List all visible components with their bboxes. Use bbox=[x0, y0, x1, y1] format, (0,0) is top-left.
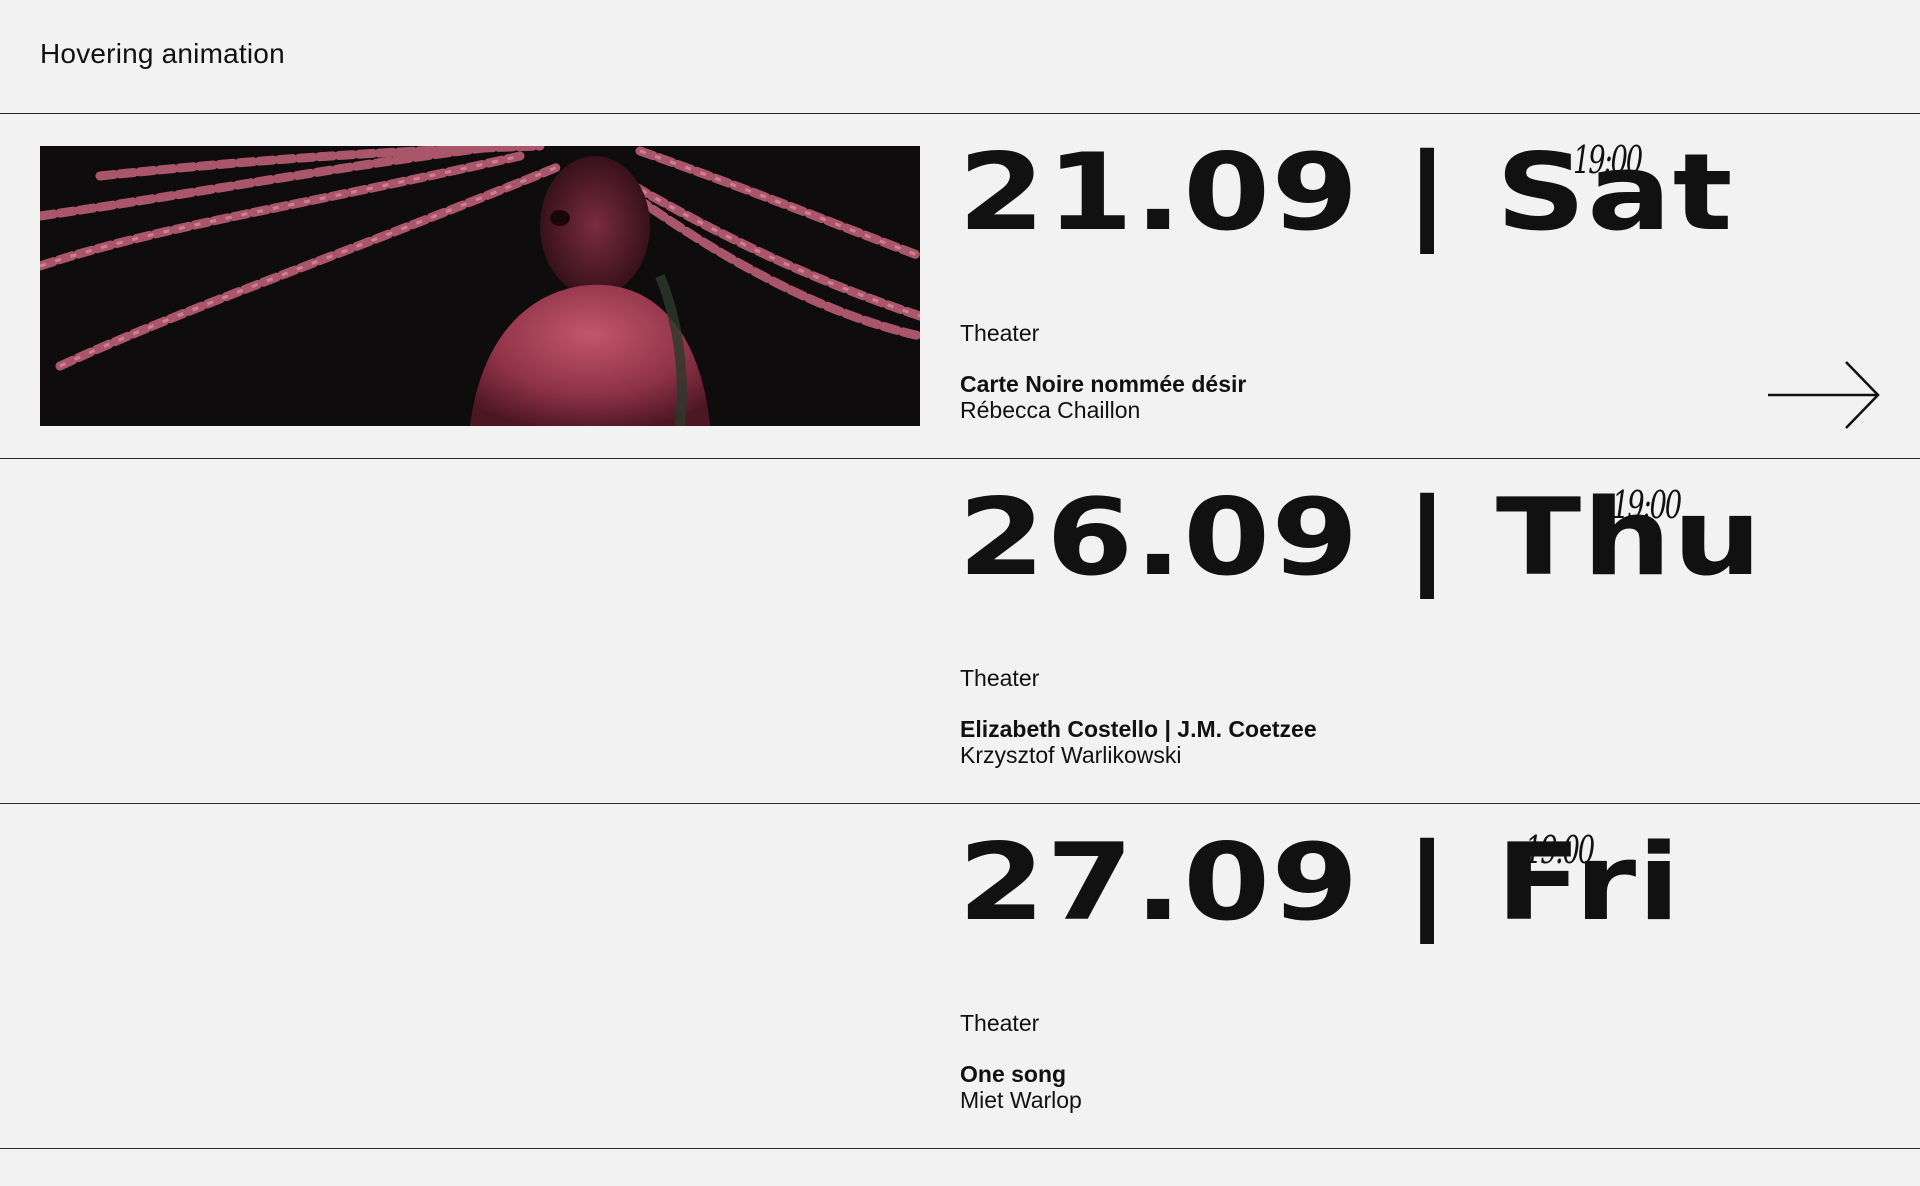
arrow-right-icon[interactable] bbox=[1766, 360, 1882, 430]
event-date-line: 21.09 | Sat 19:00 bbox=[958, 124, 1733, 262]
event-category: Theater bbox=[960, 665, 1040, 691]
event-title[interactable]: One song bbox=[960, 1061, 1066, 1088]
page-header: Hovering animation bbox=[0, 0, 1920, 114]
event-title[interactable]: Elizabeth Costello | J.M. Coetzee bbox=[960, 716, 1317, 743]
event-thumbnail[interactable] bbox=[40, 146, 920, 426]
event-author: Miet Warlop bbox=[960, 1087, 1082, 1113]
event-author: Krzysztof Warlikowski bbox=[960, 742, 1182, 768]
event-time: 19:00 bbox=[1612, 483, 1682, 527]
event-row[interactable]: 21.09 | Sat 19:00 Theater Carte Noire no… bbox=[0, 114, 1920, 459]
page: Hovering animation 21.09 | Sat 19:00 The… bbox=[0, 0, 1920, 1186]
event-category: Theater bbox=[960, 320, 1040, 346]
event-time: 19:00 bbox=[1525, 828, 1595, 872]
event-date-line: 27.09 | Fri 19:00 bbox=[958, 814, 1680, 952]
event-title[interactable]: Carte Noire nommée désir bbox=[960, 371, 1246, 398]
event-time: 19:00 bbox=[1573, 138, 1643, 182]
event-date-line: 26.09 | Thu 19:00 bbox=[958, 469, 1762, 607]
event-row[interactable]: 27.09 | Fri 19:00 Theater One song Miet … bbox=[0, 804, 1920, 1149]
event-author: Rébecca Chaillon bbox=[960, 397, 1141, 423]
event-category: Theater bbox=[960, 1010, 1040, 1036]
page-title: Hovering animation bbox=[40, 38, 285, 69]
performer-photo bbox=[40, 146, 920, 426]
event-row[interactable]: 26.09 | Thu 19:00 Theater Elizabeth Cost… bbox=[0, 459, 1920, 804]
